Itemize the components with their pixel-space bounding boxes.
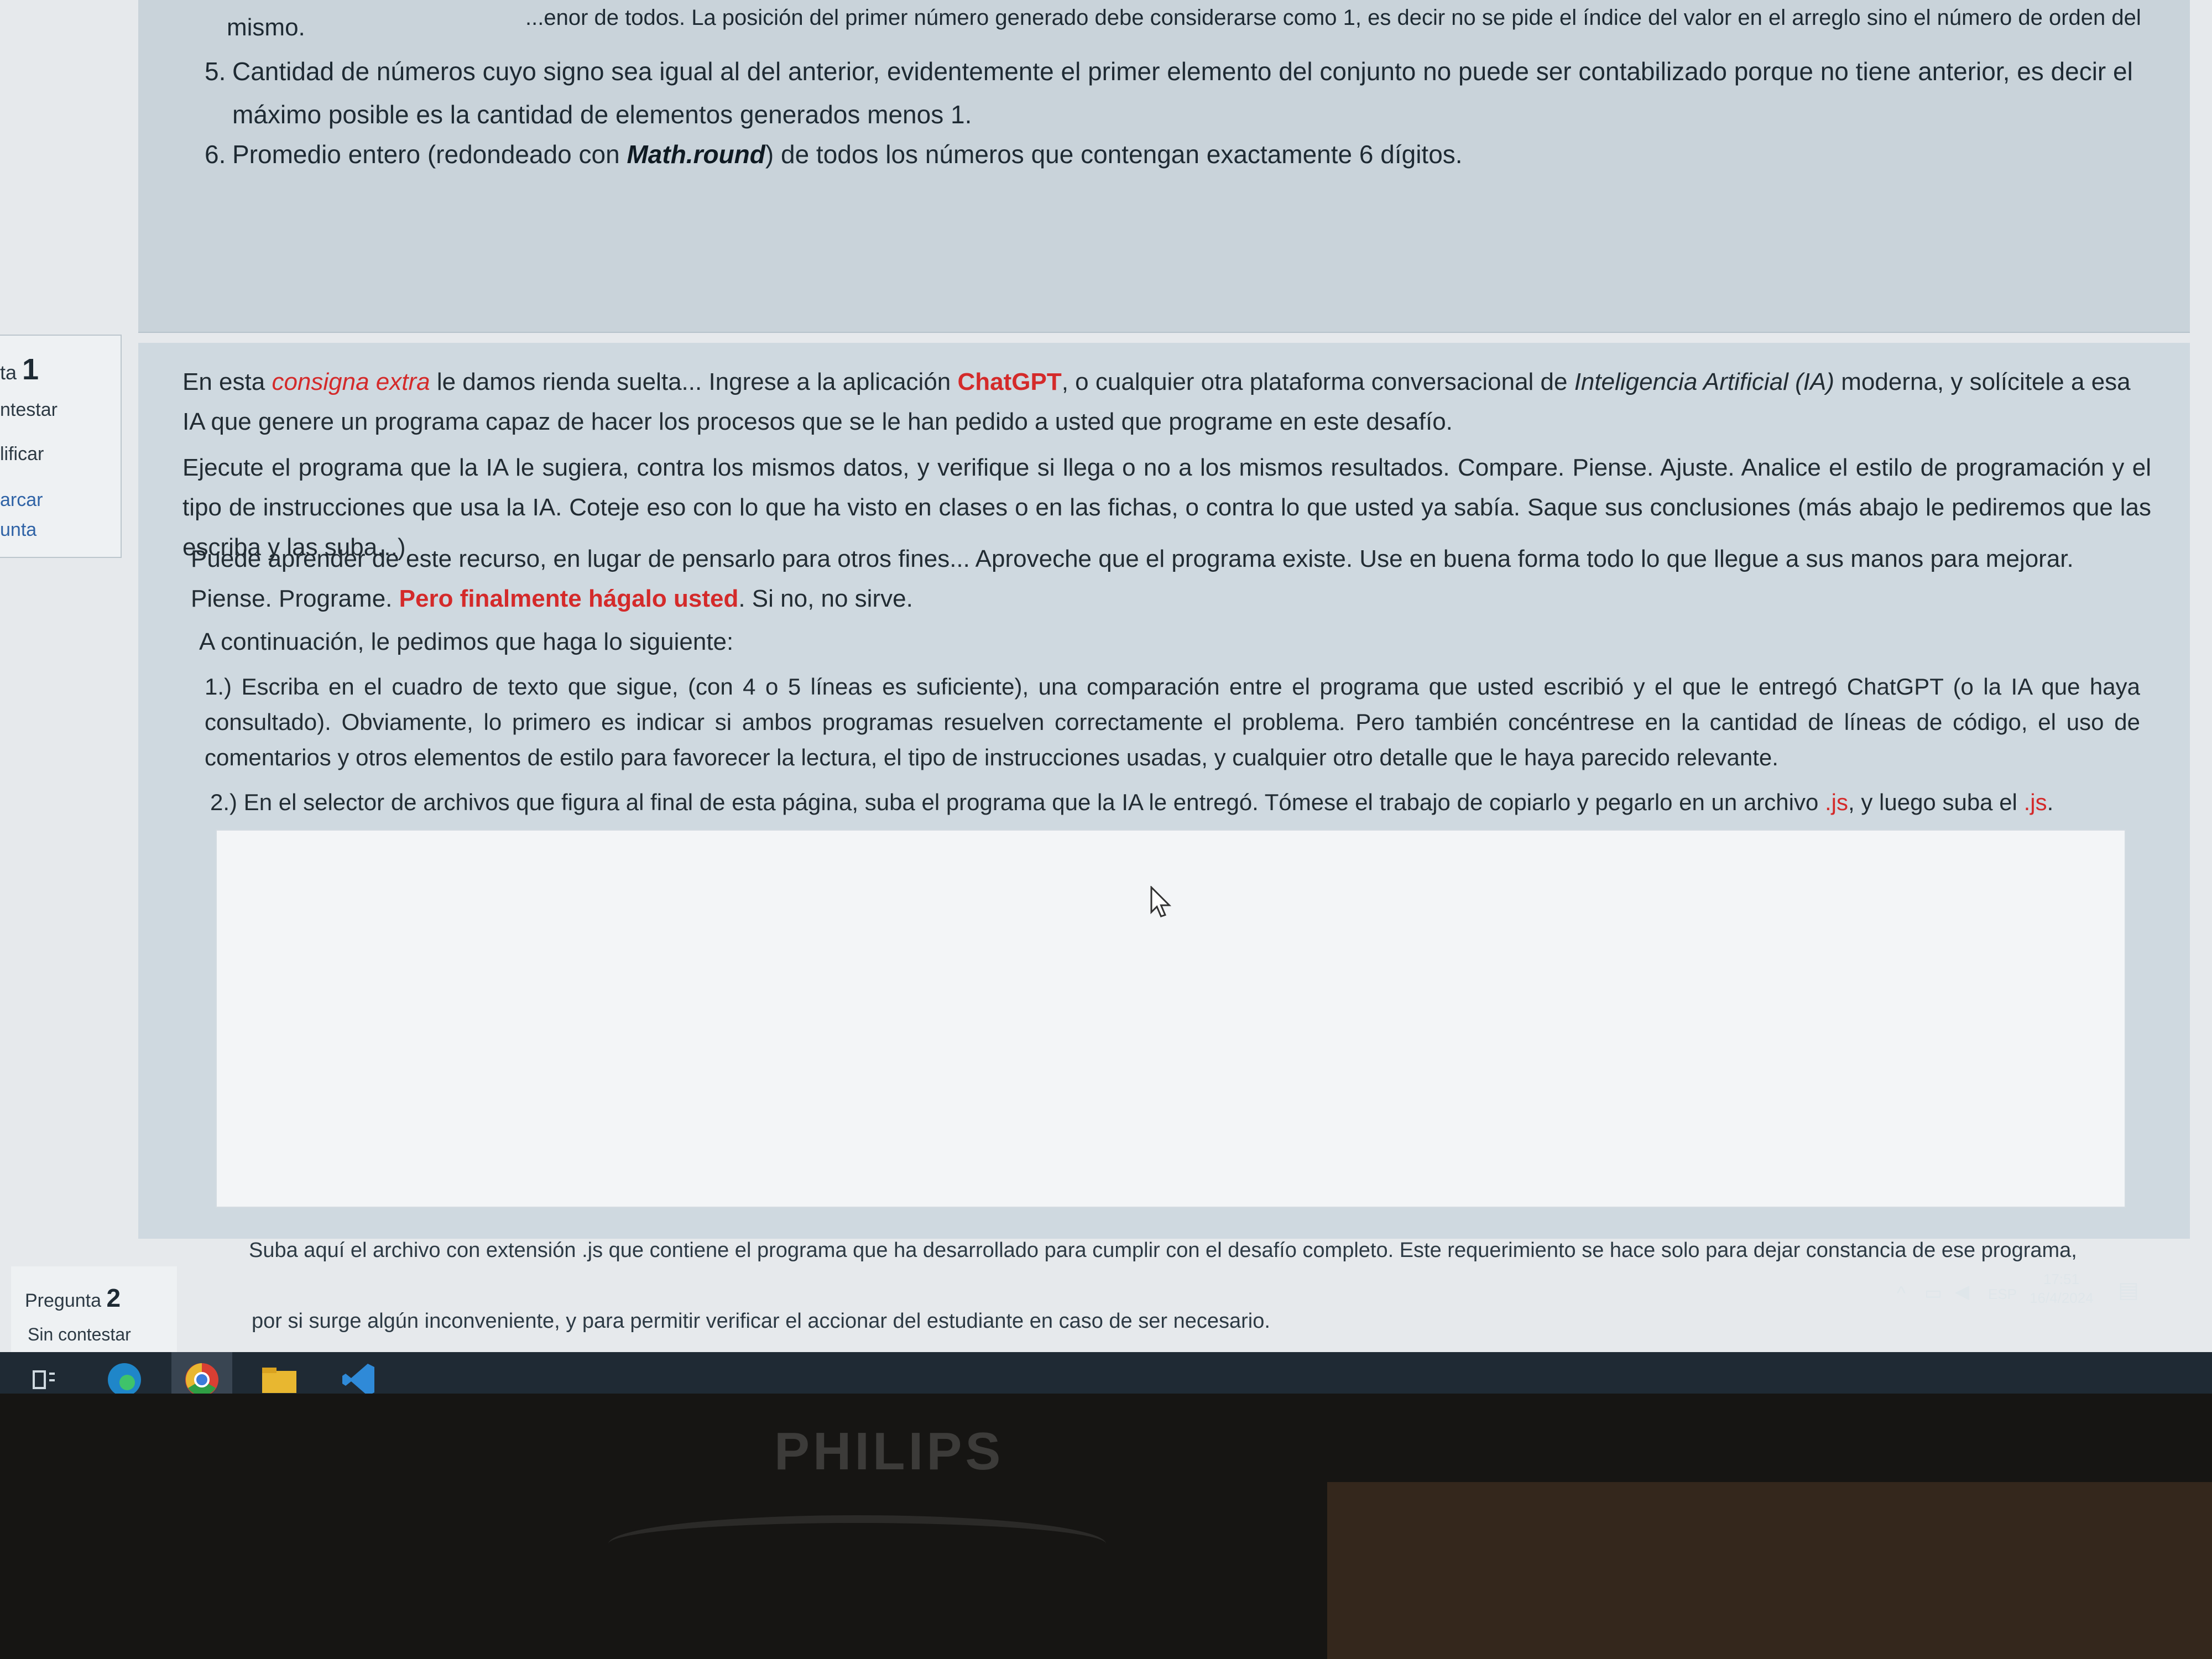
language-indicator[interactable]: ESP: [1988, 1286, 2017, 1303]
question-instructions-heading: A continuación, le pedimos que haga lo s…: [199, 628, 734, 655]
question-2-text-line-1: Suba aquí el archivo con extensión .js q…: [249, 1239, 2077, 1262]
monitor-screen: ...enor de todos. La posición del primer…: [0, 0, 2212, 1394]
monitor-stand: [608, 1515, 1106, 1573]
question-item-2: 2.) En el selector de archivos que figur…: [210, 789, 2054, 815]
notification-icon[interactable]: ▤: [2118, 1277, 2139, 1303]
question-intro: En esta consigna extra le damos rienda s…: [182, 368, 2131, 435]
flag-question-link[interactable]: arcar: [0, 489, 43, 511]
monitor-brand: PHILIPS: [774, 1422, 1004, 1481]
previous-question-card: ...enor de todos. La posición del primer…: [138, 0, 2190, 333]
network-icon[interactable]: ▭: [1924, 1282, 1942, 1304]
edit-question-link[interactable]: unta: [0, 519, 36, 541]
system-tray: ^ ▭ ◀ ESP 17:51 16/4/2024 ▤: [1891, 1266, 2179, 1333]
mismo-text: mismo.: [227, 14, 305, 41]
desk-surface: [1327, 1482, 2212, 1659]
clock-date[interactable]: 16/4/2024: [2030, 1290, 2094, 1307]
question-card: En esta consigna extra le damos rienda s…: [138, 343, 2190, 1239]
chevron-up-icon[interactable]: ^: [1897, 1283, 1906, 1305]
question-info-panel: ta 1 ntestar lificar arcar unta: [0, 335, 122, 558]
list-item-5: 5. Cantidad de números cuyo signo sea ig…: [205, 57, 2133, 129]
question-grade: lificar: [0, 444, 44, 465]
question-item-1: 1.) Escriba en el cuadro de texto que si…: [205, 674, 2140, 770]
question-paragraph-learn: Puede aprender de este recurso, en lugar…: [191, 545, 2074, 612]
cut-line: ...enor de todos. La posición del primer…: [525, 6, 2141, 30]
question-number: ta 1: [0, 353, 39, 386]
question-2-status: Sin contestar: [28, 1324, 131, 1344]
question-2-text-line-2: por si surge algún inconveniente, y para…: [252, 1310, 1270, 1333]
speaker-icon[interactable]: ◀: [1955, 1281, 1969, 1303]
question-status: ntestar: [0, 399, 58, 420]
answer-textarea[interactable]: [216, 830, 2126, 1208]
mouse-cursor-icon: [1150, 886, 1172, 917]
question-2-info: Pregunta 2 Sin contestar: [11, 1266, 177, 1360]
list-item-6: 6. Promedio entero (redondeado con Math.…: [205, 140, 1463, 169]
clock-time[interactable]: 17:51: [2043, 1271, 2079, 1288]
